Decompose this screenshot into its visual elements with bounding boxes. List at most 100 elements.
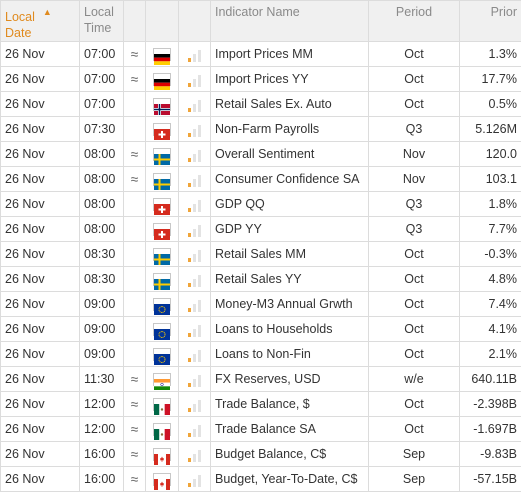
- importance-bar: [193, 429, 196, 437]
- importance-cell: [179, 217, 211, 242]
- row-indicator-name[interactable]: Money-M3 Annual Grwth: [211, 292, 369, 317]
- country-flag-cell: [146, 167, 179, 192]
- table-row[interactable]: 26 Nov09:00Money-M3 Annual GrwthOct7.4%: [1, 292, 521, 317]
- table-row[interactable]: 26 Nov08:00GDP YYQ37.7%: [1, 217, 521, 242]
- importance-bar: [193, 279, 196, 287]
- table-row[interactable]: 26 Nov08:30Retail Sales MMOct-0.3%: [1, 242, 521, 267]
- table-row[interactable]: 26 Nov09:00Loans to Non-FinOct2.1%: [1, 342, 521, 367]
- row-time: 16:00: [80, 442, 124, 467]
- importance-bar: [193, 229, 196, 237]
- row-indicator-name[interactable]: Import Prices MM: [211, 42, 369, 67]
- row-date: 26 Nov: [1, 42, 80, 67]
- row-indicator-name[interactable]: Loans to Households: [211, 317, 369, 342]
- table-row[interactable]: 26 Nov09:00Loans to HouseholdsOct4.1%: [1, 317, 521, 342]
- row-indicator-name[interactable]: Consumer Confidence SA: [211, 167, 369, 192]
- volatility-icon: ≈: [124, 417, 146, 442]
- row-indicator-name[interactable]: Loans to Non-Fin: [211, 342, 369, 367]
- volatility-icon: ≈: [124, 142, 146, 167]
- column-header-period[interactable]: Period: [369, 1, 460, 42]
- eu-flag-icon: [153, 348, 171, 361]
- table-row[interactable]: 26 Nov07:00≈Import Prices YYOct17.7%: [1, 67, 521, 92]
- row-period: Sep: [369, 467, 460, 492]
- importance-bar: [188, 83, 191, 87]
- importance-bar: [193, 454, 196, 462]
- importance-bars-icon: [188, 198, 201, 212]
- row-period: Oct: [369, 242, 460, 267]
- column-header-local-date[interactable]: Local▲ Date: [1, 1, 80, 42]
- importance-bars-icon: [188, 123, 201, 137]
- row-period: Q3: [369, 217, 460, 242]
- table-row[interactable]: 26 Nov08:30Retail Sales YYOct4.8%: [1, 267, 521, 292]
- column-header-indicator[interactable]: Indicator Name: [211, 1, 369, 42]
- table-row[interactable]: 26 Nov16:00≈Budget Balance, C$Sep-9.83B: [1, 442, 521, 467]
- row-prior: 17.7%: [460, 67, 521, 92]
- table-row[interactable]: 26 Nov07:30Non-Farm PayrollsQ35.126M: [1, 117, 521, 142]
- importance-cell: [179, 442, 211, 467]
- row-indicator-name[interactable]: Retail Sales Ex. Auto: [211, 92, 369, 117]
- importance-bar: [188, 383, 191, 387]
- table-row[interactable]: 26 Nov08:00GDP QQQ31.8%: [1, 192, 521, 217]
- importance-bar: [198, 450, 201, 462]
- row-time: 11:30: [80, 367, 124, 392]
- country-flag-cell: [146, 242, 179, 267]
- importance-bars-icon: [188, 173, 201, 187]
- column-header-local-time[interactable]: Local Time: [80, 1, 124, 42]
- row-prior: -1.697B: [460, 417, 521, 442]
- row-period: Oct: [369, 267, 460, 292]
- table-row[interactable]: 26 Nov08:00≈Consumer Confidence SANov103…: [1, 167, 521, 192]
- country-flag-cell: [146, 392, 179, 417]
- row-indicator-name[interactable]: Retail Sales MM: [211, 242, 369, 267]
- importance-bar: [188, 358, 191, 362]
- importance-bar: [193, 379, 196, 387]
- country-flag-cell: [146, 367, 179, 392]
- table-row[interactable]: 26 Nov12:00≈Trade Balance SAOct-1.697B: [1, 417, 521, 442]
- importance-bar: [198, 225, 201, 237]
- row-prior: 5.126M: [460, 117, 521, 142]
- country-flag-cell: [146, 342, 179, 367]
- row-indicator-name[interactable]: Trade Balance, $: [211, 392, 369, 417]
- importance-bar: [188, 458, 191, 462]
- row-indicator-name[interactable]: Budget Balance, C$: [211, 442, 369, 467]
- row-indicator-name[interactable]: Trade Balance SA: [211, 417, 369, 442]
- importance-bar: [198, 200, 201, 212]
- row-indicator-name[interactable]: GDP QQ: [211, 192, 369, 217]
- importance-bar: [193, 479, 196, 487]
- volatility-icon: [124, 92, 146, 117]
- importance-bar: [198, 75, 201, 87]
- row-indicator-name[interactable]: Import Prices YY: [211, 67, 369, 92]
- table-row[interactable]: 26 Nov07:00Retail Sales Ex. AutoOct0.5%: [1, 92, 521, 117]
- column-header-prior[interactable]: Prior: [460, 1, 521, 42]
- volatility-icon: [124, 342, 146, 367]
- table-row[interactable]: 26 Nov08:00≈Overall SentimentNov120.0: [1, 142, 521, 167]
- sweden-flag-icon: [153, 273, 171, 286]
- row-prior: 4.8%: [460, 267, 521, 292]
- row-indicator-name[interactable]: Budget, Year-To-Date, C$: [211, 467, 369, 492]
- table-row[interactable]: 26 Nov11:30≈FX Reserves, USDw/e640.11B: [1, 367, 521, 392]
- row-indicator-name[interactable]: FX Reserves, USD: [211, 367, 369, 392]
- sort-asc-icon[interactable]: ▲: [43, 7, 52, 17]
- row-indicator-name[interactable]: Overall Sentiment: [211, 142, 369, 167]
- row-date: 26 Nov: [1, 292, 80, 317]
- table-row[interactable]: 26 Nov12:00≈Trade Balance, $Oct-2.398B: [1, 392, 521, 417]
- volatility-icon: [124, 242, 146, 267]
- table-row[interactable]: 26 Nov07:00≈Import Prices MMOct1.3%: [1, 42, 521, 67]
- table-row[interactable]: 26 Nov16:00≈Budget, Year-To-Date, C$Sep-…: [1, 467, 521, 492]
- row-date: 26 Nov: [1, 342, 80, 367]
- importance-cell: [179, 242, 211, 267]
- importance-cell: [179, 342, 211, 367]
- importance-bar: [188, 308, 191, 312]
- importance-bar: [198, 150, 201, 162]
- volatility-icon: ≈: [124, 42, 146, 67]
- row-indicator-name[interactable]: Non-Farm Payrolls: [211, 117, 369, 142]
- row-time: 16:00: [80, 467, 124, 492]
- volatility-icon: [124, 317, 146, 342]
- importance-bar: [198, 50, 201, 62]
- mexico-flag-icon: [153, 423, 171, 436]
- volatility-icon: [124, 117, 146, 142]
- row-date: 26 Nov: [1, 117, 80, 142]
- column-header-volatility: [124, 1, 146, 42]
- row-indicator-name[interactable]: GDP YY: [211, 217, 369, 242]
- row-period: Oct: [369, 417, 460, 442]
- header-time-line1: Local: [84, 5, 114, 19]
- row-indicator-name[interactable]: Retail Sales YY: [211, 267, 369, 292]
